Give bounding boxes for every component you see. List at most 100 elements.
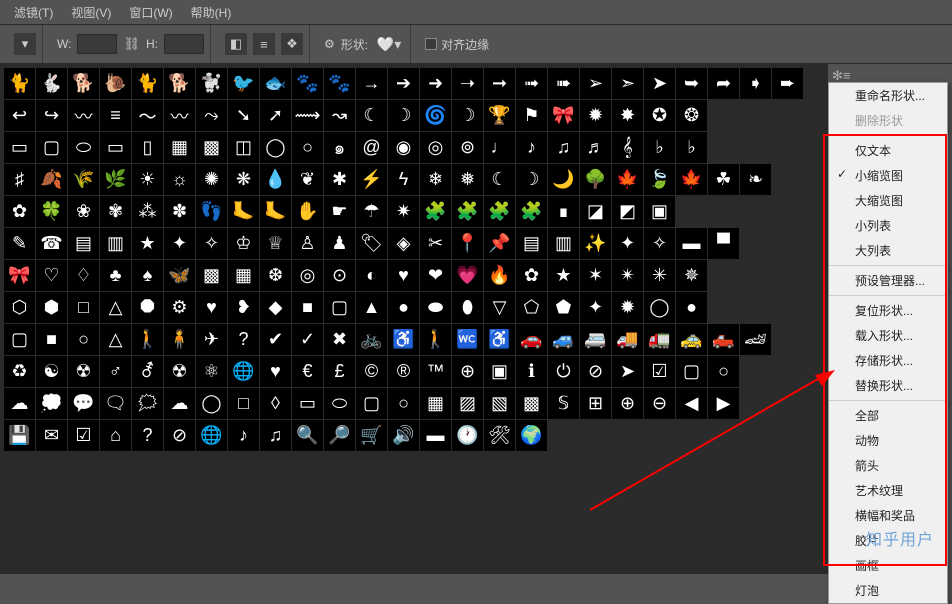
shape-leaf[interactable]: 🍂 — [36, 164, 67, 195]
shape-seal2[interactable]: ❂ — [676, 100, 707, 131]
shape-jigsaw4[interactable]: ▣ — [644, 196, 675, 227]
shape-stamp3[interactable]: ▤ — [516, 228, 547, 259]
shape-person2[interactable]: 🧍 — [164, 324, 195, 355]
shape-scribble[interactable]: 〰 — [68, 100, 99, 131]
shape-radio[interactable]: ☢ — [68, 356, 99, 387]
shape-arrow-r[interactable]: → — [356, 68, 387, 99]
shape-ripple[interactable]: ◎ — [420, 132, 451, 163]
shape-bolt2[interactable]: ϟ — [388, 164, 419, 195]
shape-jigsaw3[interactable]: ◩ — [612, 196, 643, 227]
shape-foot3[interactable]: 🦶 — [260, 196, 291, 227]
shape-chess2[interactable]: ♟ — [324, 228, 355, 259]
shape-umbrella[interactable]: ☂ — [356, 196, 387, 227]
shape-right-c[interactable]: ▶ — [708, 388, 739, 419]
shape-crescent2[interactable]: ☽ — [452, 100, 483, 131]
shape-seal[interactable]: ✪ — [644, 100, 675, 131]
shape-crown[interactable]: ♔ — [228, 228, 259, 259]
shape-bubble3[interactable]: 🗯 — [132, 388, 163, 419]
shape-plus[interactable]: ⊕ — [612, 388, 643, 419]
shape-triangle4[interactable]: △ — [100, 324, 131, 355]
shape-triangle[interactable]: △ — [100, 292, 131, 323]
menu-bulb[interactable]: 灯泡 — [829, 578, 947, 603]
shape-puzzle3[interactable]: 🧩 — [484, 196, 515, 227]
menu-large-thumb[interactable]: 大缩览图 — [829, 188, 947, 213]
shape-crown2[interactable]: ♕ — [260, 228, 291, 259]
shape-heart8[interactable]: ♥ — [260, 356, 291, 387]
shape-flower2[interactable]: ❀ — [68, 196, 99, 227]
shape-clover[interactable]: ☘ — [708, 164, 739, 195]
shape-heart6[interactable]: ♥ — [196, 292, 227, 323]
shape-poly[interactable]: ⬠ — [516, 292, 547, 323]
shape-tm[interactable]: ™ — [420, 356, 451, 387]
shape-lines[interactable]: ≡ — [100, 100, 131, 131]
menu-filter[interactable]: 滤镜(T) — [6, 1, 61, 24]
menu-reset-shapes[interactable]: 复位形状... — [829, 298, 947, 323]
shape-flag2[interactable]: ▬ — [676, 228, 707, 259]
menu-view[interactable]: 视图(V) — [63, 1, 119, 24]
shape-car2[interactable]: 🚙 — [548, 324, 579, 355]
shape-plaque[interactable]: ▭ — [4, 132, 35, 163]
shape-club[interactable]: ♣ — [100, 260, 131, 291]
shape-arrow-r6[interactable]: ➟ — [516, 68, 547, 99]
shape-jigsaw2[interactable]: ◪ — [580, 196, 611, 227]
shape-hand[interactable]: ✋ — [292, 196, 323, 227]
shape-heart7[interactable]: ❥ — [228, 292, 259, 323]
shape-search2[interactable]: 🔎 — [324, 420, 355, 451]
menu-large-list[interactable]: 大列表 — [829, 238, 947, 263]
shape-daisy[interactable]: ✾ — [100, 196, 131, 227]
path-op-1[interactable]: ◧ — [225, 33, 247, 55]
shape-triangle3[interactable]: ▽ — [484, 292, 515, 323]
shape-wave2[interactable]: 〰 — [164, 100, 195, 131]
shape-butterfly[interactable]: 🦋 — [164, 260, 195, 291]
shape-bubble10[interactable]: ○ — [388, 388, 419, 419]
shape-hatch2[interactable]: ▧ — [484, 388, 515, 419]
shape-leaf3[interactable]: 🍃 — [644, 164, 675, 195]
shape-moon3[interactable]: ☽ — [516, 164, 547, 195]
shape-sos[interactable]: 𝕊 — [548, 388, 579, 419]
shape-pin2[interactable]: 📌 — [484, 228, 515, 259]
shape-info[interactable]: ℹ — [516, 356, 547, 387]
shape-wave[interactable]: 〜 — [132, 100, 163, 131]
shape-hand2[interactable]: ☛ — [324, 196, 355, 227]
shape-diamond2[interactable]: ◆ — [260, 292, 291, 323]
shape-dog3[interactable]: 🐩 — [196, 68, 227, 99]
shape-burst[interactable]: ✹ — [580, 100, 611, 131]
shape-arrow-r4[interactable]: ➝ — [452, 68, 483, 99]
shape-sharp[interactable]: ♯ — [4, 164, 35, 195]
shape-heart3[interactable]: ♥ — [388, 260, 419, 291]
shape-cat[interactable]: 🐈 — [4, 68, 35, 99]
menu-small-list[interactable]: 小列表 — [829, 213, 947, 238]
shape-star3[interactable]: ✧ — [196, 228, 227, 259]
menu-window[interactable]: 窗口(W) — [121, 1, 180, 24]
shape-note4[interactable]: ♭ — [644, 132, 675, 163]
shape-bubble4[interactable]: ◯ — [196, 388, 227, 419]
shape-square6[interactable]: ▢ — [676, 356, 707, 387]
shape-stamp2[interactable]: ▩ — [196, 132, 227, 163]
shape-music2[interactable]: ♫ — [260, 420, 291, 451]
shape-car8[interactable]: 🏎 — [740, 324, 771, 355]
shape-spiral[interactable]: 🌀 — [420, 100, 451, 131]
shape-spiral2[interactable]: @ — [356, 132, 387, 163]
shape-arrow-r8[interactable]: ➢ — [580, 68, 611, 99]
shape-wheat[interactable]: 🌾 — [68, 164, 99, 195]
shape-circle7[interactable]: ○ — [708, 356, 739, 387]
shape-dash[interactable]: ▬ — [420, 420, 451, 451]
shape-burst4[interactable]: ✹ — [612, 292, 643, 323]
shape-pencil[interactable]: ✎ — [4, 228, 35, 259]
shape-chair[interactable]: ♿ — [388, 324, 419, 355]
shape-circle5[interactable]: ● — [676, 292, 707, 323]
menu-text-only[interactable]: 仅文本 — [829, 138, 947, 163]
shape-bubble[interactable]: 💬 — [68, 388, 99, 419]
shape-star4[interactable]: ★ — [548, 260, 579, 291]
shape-yinyang[interactable]: ☯ — [36, 356, 67, 387]
shape-note8[interactable]: ♫ — [548, 132, 579, 163]
shape-tools[interactable]: 🛠 — [484, 420, 515, 451]
shape-cloud[interactable]: ☁ — [4, 388, 35, 419]
shape-stamp4[interactable]: ▥ — [548, 228, 579, 259]
menu-animals[interactable]: 动物 — [829, 428, 947, 453]
shape-fish[interactable]: 🐟 — [260, 68, 291, 99]
shape-search[interactable]: 🔍 — [292, 420, 323, 451]
shape-car[interactable]: 🚗 — [516, 324, 547, 355]
shape-wheel[interactable]: ♿ — [484, 324, 515, 355]
shape-heart2[interactable]: ♡ — [36, 260, 67, 291]
